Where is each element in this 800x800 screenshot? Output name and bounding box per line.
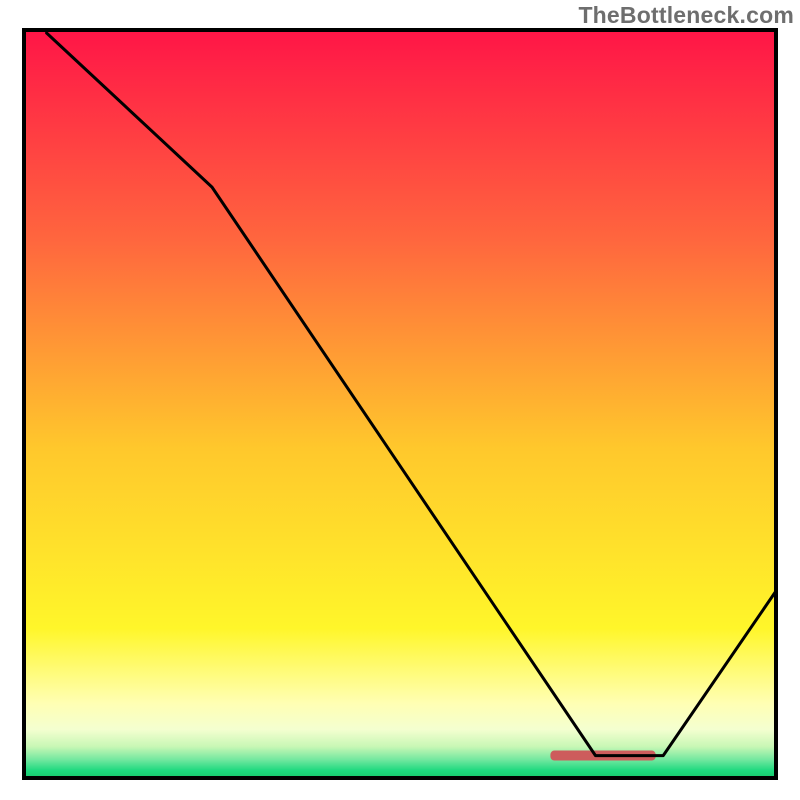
watermark-text: TheBottleneck.com: [578, 2, 794, 29]
plot-background: [24, 30, 776, 778]
chart-container: TheBottleneck.com: [0, 0, 800, 800]
chart-plot: [0, 0, 800, 800]
